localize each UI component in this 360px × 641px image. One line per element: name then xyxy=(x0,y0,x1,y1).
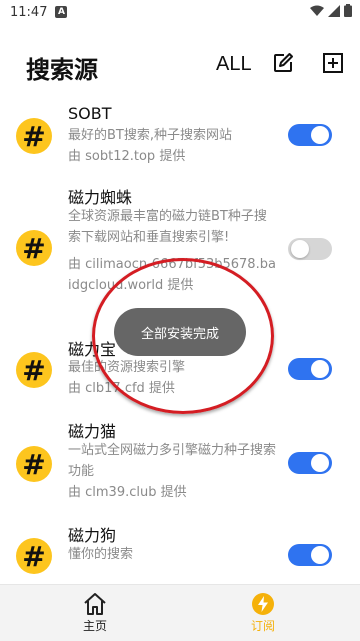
source-item-sobt[interactable]: # SOBT 最好的BT搜索,种子搜索网站 由 sobt12.top 提供 xyxy=(0,96,360,176)
source-desc-text: 懂你的搜索 xyxy=(68,547,134,562)
enable-toggle-sobt[interactable] xyxy=(288,124,332,146)
battery-icon xyxy=(344,4,352,17)
add-box-icon[interactable] xyxy=(322,52,344,74)
nav-subscribe[interactable]: 订阅 xyxy=(233,591,293,634)
notification-icon: A xyxy=(55,6,68,18)
enable-toggle-cilimao[interactable] xyxy=(288,452,332,474)
all-button[interactable]: ALL xyxy=(216,53,252,76)
source-provider: 由 sobt12.top 提供 xyxy=(68,149,186,164)
source-desc-text: 最佳的资源搜索引擎 xyxy=(68,360,186,375)
status-time: 11:47 xyxy=(10,4,48,20)
lightning-icon xyxy=(252,593,274,615)
source-provider: 由 cilimaocn-6667bf53b5678.baidgcloud.wor… xyxy=(68,257,276,293)
nav-home-label: 主页 xyxy=(82,619,107,633)
bottom-nav: 主页 订阅 xyxy=(0,584,360,641)
toast-message: 全部安装完成 xyxy=(114,308,246,356)
nav-subscribe-label: 订阅 xyxy=(250,619,275,633)
source-desc-text: 全球资源最丰富的磁力链BT种子搜索下载网站和垂直搜索引擎! xyxy=(68,209,267,245)
app-header: 搜索源 ALL xyxy=(0,40,360,90)
source-description: 最好的BT搜索,种子搜索网站 由 sobt12.top 提供 xyxy=(68,125,278,167)
source-name: 磁力猫 xyxy=(68,422,117,441)
nav-home[interactable]: 主页 xyxy=(65,591,125,634)
source-description: 最佳的资源搜索引擎 由 clb17.cfd 提供 xyxy=(68,357,278,399)
hash-icon: # xyxy=(16,538,52,574)
home-icon xyxy=(84,593,106,615)
hash-icon: # xyxy=(16,352,52,388)
page-title: 搜索源 xyxy=(26,56,98,84)
source-name: SOBT xyxy=(68,104,112,123)
source-item-cilimao[interactable]: # 磁力猫 一站式全网磁力多引擎磁力种子搜索功能 由 clm39.club 提供 xyxy=(0,412,360,516)
source-item-ciligou[interactable]: # 磁力狗 懂你的搜索 xyxy=(0,516,360,584)
status-icons xyxy=(310,4,352,17)
hash-icon: # xyxy=(16,446,52,482)
enable-toggle-ciligou[interactable] xyxy=(288,544,332,566)
enable-toggle-cilizhizhu[interactable] xyxy=(288,238,332,260)
enable-toggle-cilibao[interactable] xyxy=(288,358,332,380)
source-desc-text: 一站式全网磁力多引擎磁力种子搜索功能 xyxy=(68,443,277,479)
source-description: 一站式全网磁力多引擎磁力种子搜索功能 由 clm39.club 提供 xyxy=(68,440,278,503)
edit-icon[interactable] xyxy=(272,52,294,74)
source-name: 磁力蜘蛛 xyxy=(68,188,133,207)
hash-icon: # xyxy=(16,230,52,266)
wifi-icon xyxy=(310,5,324,16)
source-description: 懂你的搜索 xyxy=(68,544,278,565)
hash-icon: # xyxy=(16,118,52,154)
source-name: 磁力狗 xyxy=(68,526,117,545)
signal-icon xyxy=(328,4,340,17)
source-provider: 由 clb17.cfd 提供 xyxy=(68,381,175,396)
status-bar: 11:47 A xyxy=(0,0,360,24)
source-description: 全球资源最丰富的磁力链BT种子搜索下载网站和垂直搜索引擎! 由 cilimaoc… xyxy=(68,206,278,296)
source-desc-text: 最好的BT搜索,种子搜索网站 xyxy=(68,128,232,143)
source-provider: 由 clm39.club 提供 xyxy=(68,485,187,500)
source-item-cilizhizhu[interactable]: # 磁力蜘蛛 全球资源最丰富的磁力链BT种子搜索下载网站和垂直搜索引擎! 由 c… xyxy=(0,176,360,326)
